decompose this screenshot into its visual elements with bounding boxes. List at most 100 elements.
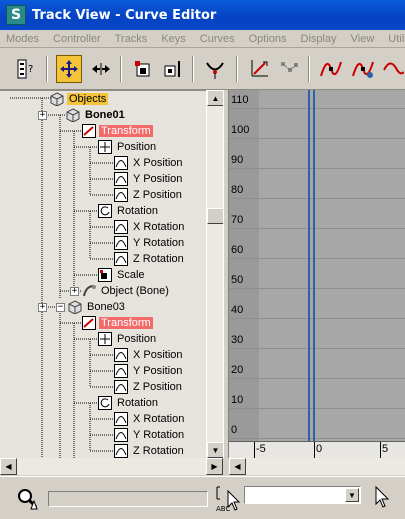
scroll-right-icon[interactable]: ▶ — [206, 458, 223, 475]
menu-keys[interactable]: Keys — [161, 33, 185, 45]
tree-item-y-position[interactable]: Y Position — [114, 363, 184, 379]
ruler-tick — [254, 442, 255, 458]
slide-keys-icon[interactable] — [88, 55, 114, 83]
tree-scrollbar[interactable]: ▲ ▼ — [206, 90, 224, 458]
menu-display[interactable]: Display — [301, 33, 337, 45]
menu-view[interactable]: View — [351, 33, 375, 45]
time-ruler[interactable]: -5 0 5 — [229, 441, 405, 458]
tree-label: Z Rotation — [133, 445, 184, 457]
tangent-custom-icon[interactable] — [350, 55, 376, 83]
curve-track-icon — [114, 220, 128, 234]
tree-item-bone03[interactable]: Bone03 — [68, 299, 127, 315]
rotate-icon — [98, 396, 112, 410]
tree-item-z-position[interactable]: Z Position — [114, 379, 184, 395]
tree-item-objects[interactable]: Objects — [50, 91, 109, 107]
draw-curves-icon[interactable] — [246, 55, 272, 83]
tangent-fast-icon[interactable] — [382, 55, 404, 83]
scale-values-icon[interactable] — [160, 55, 186, 83]
insert-keys-icon[interactable] — [202, 55, 228, 83]
curve-track-icon — [114, 236, 128, 250]
tree-item-rotation[interactable]: Rotation — [98, 203, 160, 219]
menu-curves[interactable]: Curves — [200, 33, 235, 45]
svg-text:ABC: ABC — [216, 505, 230, 513]
tree-label: X Rotation — [133, 221, 185, 233]
move-icon — [98, 332, 112, 346]
menu-tracks[interactable]: Tracks — [115, 33, 148, 45]
curve-track-icon — [114, 172, 128, 186]
scroll-left-icon[interactable]: ◀ — [0, 458, 17, 475]
curve-track-icon — [114, 412, 128, 426]
menu-utilities[interactable]: Utilities — [388, 33, 405, 45]
y-axis-label: 80 — [231, 184, 244, 196]
expand-toggle[interactable]: + — [70, 287, 79, 296]
y-axis-label: 20 — [231, 364, 244, 376]
app-icon[interactable]: S — [6, 5, 26, 25]
tree-item-x-rotation[interactable]: X Rotation — [114, 411, 186, 427]
ruler-label: 0 — [316, 443, 323, 455]
scrollbar-thumb[interactable] — [207, 208, 224, 224]
curve-track-icon — [114, 380, 128, 394]
tree-item-object-bone[interactable]: Object (Bone) — [82, 283, 171, 299]
svg-text:?: ? — [28, 64, 33, 75]
expand-toggle[interactable]: + — [38, 111, 47, 120]
y-axis-label: 40 — [231, 304, 244, 316]
scroll-down-icon[interactable]: ▼ — [207, 442, 224, 458]
tangent-auto-icon[interactable] — [318, 55, 344, 83]
menu-modes[interactable]: Modes — [6, 33, 39, 45]
scroll-up-icon[interactable]: ▲ — [207, 90, 224, 106]
tree-label: X Rotation — [133, 413, 185, 425]
tree-item-position[interactable]: Position — [98, 331, 158, 347]
abc-cursor-icon[interactable]: ABC — [214, 485, 242, 513]
filters-icon[interactable]: ? — [14, 55, 40, 83]
time-slider-line[interactable] — [313, 90, 315, 441]
tree-item-y-rotation[interactable]: Y Rotation — [114, 427, 186, 443]
graph-hscrollbar[interactable]: ◀ — [229, 458, 405, 475]
tree-item-z-rotation[interactable]: Z Rotation — [114, 251, 186, 267]
scroll-left-icon[interactable]: ◀ — [229, 458, 246, 475]
tree-item-z-position[interactable]: Z Position — [114, 187, 184, 203]
move-keys-icon[interactable] — [56, 55, 82, 83]
collapse-toggle[interactable]: − — [56, 303, 65, 312]
status-dropdown[interactable]: ▼ — [244, 486, 361, 504]
time-slider-line[interactable] — [308, 90, 310, 441]
y-axis-label: 90 — [231, 154, 244, 166]
tree-label: Bone03 — [87, 301, 125, 313]
ruler-tick — [314, 442, 315, 458]
tree-item-y-rotation[interactable]: Y Rotation — [114, 235, 186, 251]
gridline — [229, 168, 405, 169]
tree-hscrollbar[interactable]: ◀ ▶ — [0, 458, 223, 475]
tree-item-transform[interactable]: Transform — [82, 315, 153, 331]
toolbar-separator — [46, 56, 48, 82]
toolbar-separator — [120, 56, 122, 82]
window-title: Track View - Curve Editor — [32, 7, 217, 23]
reduce-keys-icon[interactable] — [276, 55, 302, 83]
tree-item-rotation[interactable]: Rotation — [98, 395, 160, 411]
tree-item-y-position[interactable]: Y Position — [114, 171, 184, 187]
scale-keys-icon[interactable] — [130, 55, 156, 83]
bone-object-icon — [82, 284, 96, 298]
tree-item-z-rotation[interactable]: Z Rotation — [114, 443, 186, 458]
ruler-label: -5 — [256, 443, 266, 455]
menu-options[interactable]: Options — [249, 33, 287, 45]
gridline — [229, 318, 405, 319]
tree-item-position[interactable]: Position — [98, 139, 158, 155]
zoom-selected-icon[interactable] — [16, 487, 40, 511]
tree-item-transform[interactable]: Transform — [82, 123, 153, 139]
tree-item-x-position[interactable]: X Position — [114, 155, 185, 171]
tree-item-x-rotation[interactable]: X Rotation — [114, 219, 186, 235]
chevron-down-icon[interactable]: ▼ — [345, 488, 359, 502]
tree-item-x-position[interactable]: X Position — [114, 347, 185, 363]
cube-icon — [66, 108, 80, 122]
controller-tree[interactable]: Objects + Bone01 Transform Position X Po… — [0, 90, 206, 458]
curve-track-icon — [114, 428, 128, 442]
pointer-icon[interactable] — [372, 485, 392, 509]
menu-controller[interactable]: Controller — [53, 33, 101, 45]
tree-label: X Position — [133, 157, 183, 169]
expand-toggle[interactable]: + — [38, 303, 47, 312]
curve-graph[interactable]: 110 100 90 80 70 60 50 40 30 20 10 0 — [229, 90, 405, 441]
tree-item-bone01[interactable]: Bone01 — [66, 107, 127, 123]
tree-item-scale[interactable]: Scale — [98, 267, 147, 283]
status-text-field[interactable] — [48, 491, 208, 507]
gridline — [229, 438, 405, 439]
tree-label: Rotation — [117, 397, 158, 409]
